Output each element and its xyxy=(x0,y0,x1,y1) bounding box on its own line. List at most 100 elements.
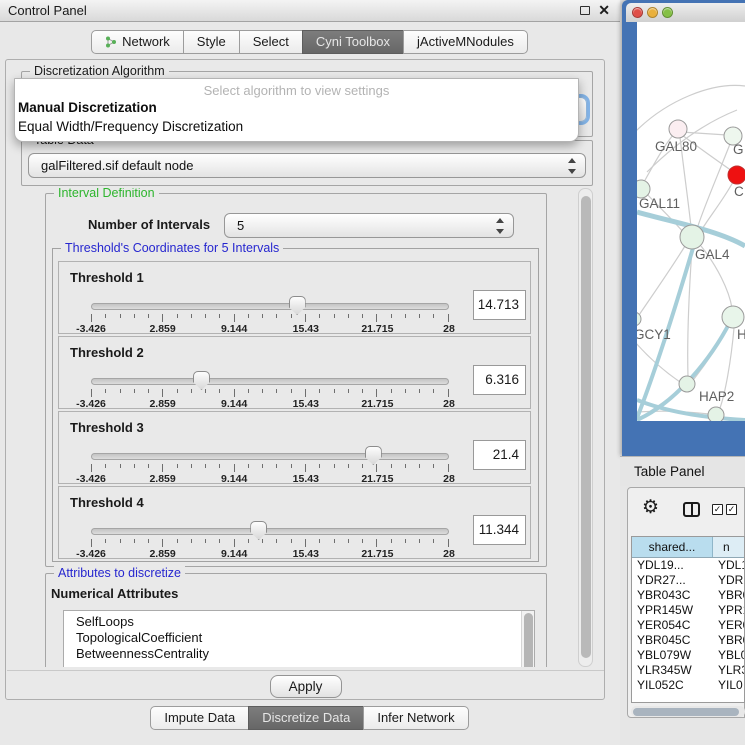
tab-cyni-toolbox[interactable]: Cyni Toolbox xyxy=(302,30,404,54)
threshold-2-slider[interactable]: -3.4262.8599.14415.4321.71528 xyxy=(91,373,449,409)
table-row[interactable]: YBR045CYBR0 xyxy=(632,633,744,648)
table-row[interactable]: YBL079WYBL0 xyxy=(632,648,744,663)
network-node[interactable] xyxy=(708,407,724,421)
threshold-1-slider[interactable]: -3.4262.8599.14415.4321.71528 xyxy=(91,298,449,334)
table-cell: YPR145W xyxy=(632,603,713,618)
table-row[interactable]: YDL19...YDL1 xyxy=(632,558,744,573)
network-node[interactable] xyxy=(728,166,745,184)
threshold-4-slider[interactable]: -3.4262.8599.14415.4321.71528 xyxy=(91,523,449,559)
tick-label: 21.715 xyxy=(361,473,393,485)
minimize-traffic-light[interactable] xyxy=(647,7,658,18)
checkbox-icon[interactable]: ✓ xyxy=(712,504,723,515)
attribute-item[interactable]: SelfLoops xyxy=(64,614,534,630)
panel-title: Control Panel xyxy=(8,0,87,22)
network-node-label: GAL80 xyxy=(655,139,697,154)
tick-mark xyxy=(448,314,449,322)
tab-jactivemnodules[interactable]: jActiveMNodules xyxy=(403,30,528,54)
threshold-value-field[interactable]: 14.713 xyxy=(473,290,526,320)
tab-select[interactable]: Select xyxy=(239,30,303,54)
tick-mark xyxy=(120,464,121,468)
tick-mark xyxy=(319,539,320,543)
table-cell: YER054C xyxy=(632,618,713,633)
column-header-name[interactable]: n xyxy=(713,537,744,557)
dropdown-option-equal-width-frequency[interactable]: Equal Width/Frequency Discretization xyxy=(18,119,243,134)
network-canvas[interactable]: GAL80GCGAL11GAL4GCY1HHAP2 xyxy=(637,22,745,421)
scrollbar-thumb[interactable] xyxy=(524,613,533,667)
slider-thumb[interactable] xyxy=(289,296,306,315)
columns-icon[interactable] xyxy=(683,502,700,517)
slider-track[interactable] xyxy=(91,378,449,385)
tick-mark xyxy=(291,389,292,393)
slider-thumb[interactable] xyxy=(365,446,382,465)
table-row[interactable]: YBR043CYBR0 xyxy=(632,588,744,603)
zoom-traffic-light[interactable] xyxy=(662,7,673,18)
attribute-item[interactable]: TopologicalCoefficient xyxy=(64,630,534,646)
table-data-combobox[interactable]: galFiltered.sif default node xyxy=(28,153,586,178)
table-horizontal-scrollbar[interactable] xyxy=(631,706,745,717)
network-node[interactable] xyxy=(637,312,641,326)
slider-ticks xyxy=(91,314,449,323)
tab-network[interactable]: Network xyxy=(91,30,184,54)
close-traffic-light[interactable] xyxy=(632,7,643,18)
tab-infer-network[interactable]: Infer Network xyxy=(363,706,468,730)
attributes-to-discretize-group: Attributes to discretize Numerical Attri… xyxy=(45,573,547,667)
tick-label: 9.144 xyxy=(221,473,247,485)
tick-mark xyxy=(105,539,106,543)
threshold-3-slider[interactable]: -3.4262.8599.14415.4321.71528 xyxy=(91,448,449,484)
table-row[interactable]: YDR27...YDR2 xyxy=(632,573,744,588)
tick-label: 28 xyxy=(443,323,455,335)
tick-mark xyxy=(177,389,178,393)
slider-track[interactable] xyxy=(91,303,449,310)
table-row[interactable]: YPR145WYPR1 xyxy=(632,603,744,618)
slider-thumb[interactable] xyxy=(250,521,267,540)
scrollbar-thumb[interactable] xyxy=(633,708,739,716)
slider-track[interactable] xyxy=(91,453,449,460)
tick-mark xyxy=(148,539,149,543)
tick-mark xyxy=(234,464,235,472)
tick-mark xyxy=(148,389,149,393)
number-of-intervals-combobox[interactable]: 5 xyxy=(224,213,514,238)
network-node[interactable] xyxy=(722,306,744,328)
tick-mark xyxy=(234,539,235,547)
close-icon[interactable]: ✕ xyxy=(598,2,610,19)
network-node[interactable] xyxy=(679,376,695,392)
network-view-window[interactable]: GAL80GCGAL11GAL4GCY1HHAP2 xyxy=(622,0,745,456)
table-row[interactable]: YLR345WYLR3 xyxy=(632,663,744,678)
tick-mark xyxy=(191,389,192,393)
dropdown-option-manual-discretization[interactable]: Manual Discretization xyxy=(18,100,157,115)
table-row[interactable]: YER054CYER0 xyxy=(632,618,744,633)
tick-mark xyxy=(262,539,263,543)
slider-track[interactable] xyxy=(91,528,449,535)
slider-ticks xyxy=(91,464,449,473)
network-window-titlebar[interactable] xyxy=(626,3,745,22)
attribute-item[interactable]: BetweennessCentrality xyxy=(64,646,534,662)
checkbox-icon[interactable]: ✓ xyxy=(726,504,737,515)
threshold-2-panel: Threshold 2 -3.4262.8599.14415.4321.7152… xyxy=(58,336,531,409)
float-window-icon[interactable] xyxy=(580,6,590,15)
tab-style[interactable]: Style xyxy=(183,30,240,54)
tick-mark xyxy=(276,314,277,318)
scrollbar-thumb[interactable] xyxy=(581,196,591,658)
table-row[interactable]: YIL052CYIL0 xyxy=(632,678,744,693)
numerical-attributes-label: Numerical Attributes xyxy=(51,586,178,601)
threshold-value-field[interactable]: 11.344 xyxy=(473,515,526,545)
numerical-attributes-list[interactable]: SelfLoopsTopologicalCoefficientBetweenne… xyxy=(63,610,535,667)
list-scrollbar[interactable] xyxy=(521,611,534,667)
tick-mark xyxy=(134,389,135,393)
apply-button[interactable]: Apply xyxy=(270,675,342,698)
threshold-value-field[interactable]: 6.316 xyxy=(473,365,526,395)
network-node[interactable] xyxy=(680,225,704,249)
slider-thumb[interactable] xyxy=(193,371,210,390)
column-header-shared-name[interactable]: shared... xyxy=(632,537,713,557)
tab-discretize-data[interactable]: Discretize Data xyxy=(248,706,364,730)
gear-icon[interactable]: ⚙ xyxy=(642,498,659,517)
threshold-3-panel: Threshold 3 -3.4262.8599.14415.4321.7152… xyxy=(58,411,531,484)
panel-scrollbar[interactable] xyxy=(578,188,593,667)
tab-impute-data[interactable]: Impute Data xyxy=(150,706,249,730)
tick-mark xyxy=(262,389,263,393)
group-title: Interval Definition xyxy=(54,188,159,200)
tick-mark xyxy=(162,389,163,397)
threshold-value-field[interactable]: 21.4 xyxy=(473,440,526,470)
network-node[interactable] xyxy=(669,120,687,138)
tick-mark xyxy=(205,389,206,393)
